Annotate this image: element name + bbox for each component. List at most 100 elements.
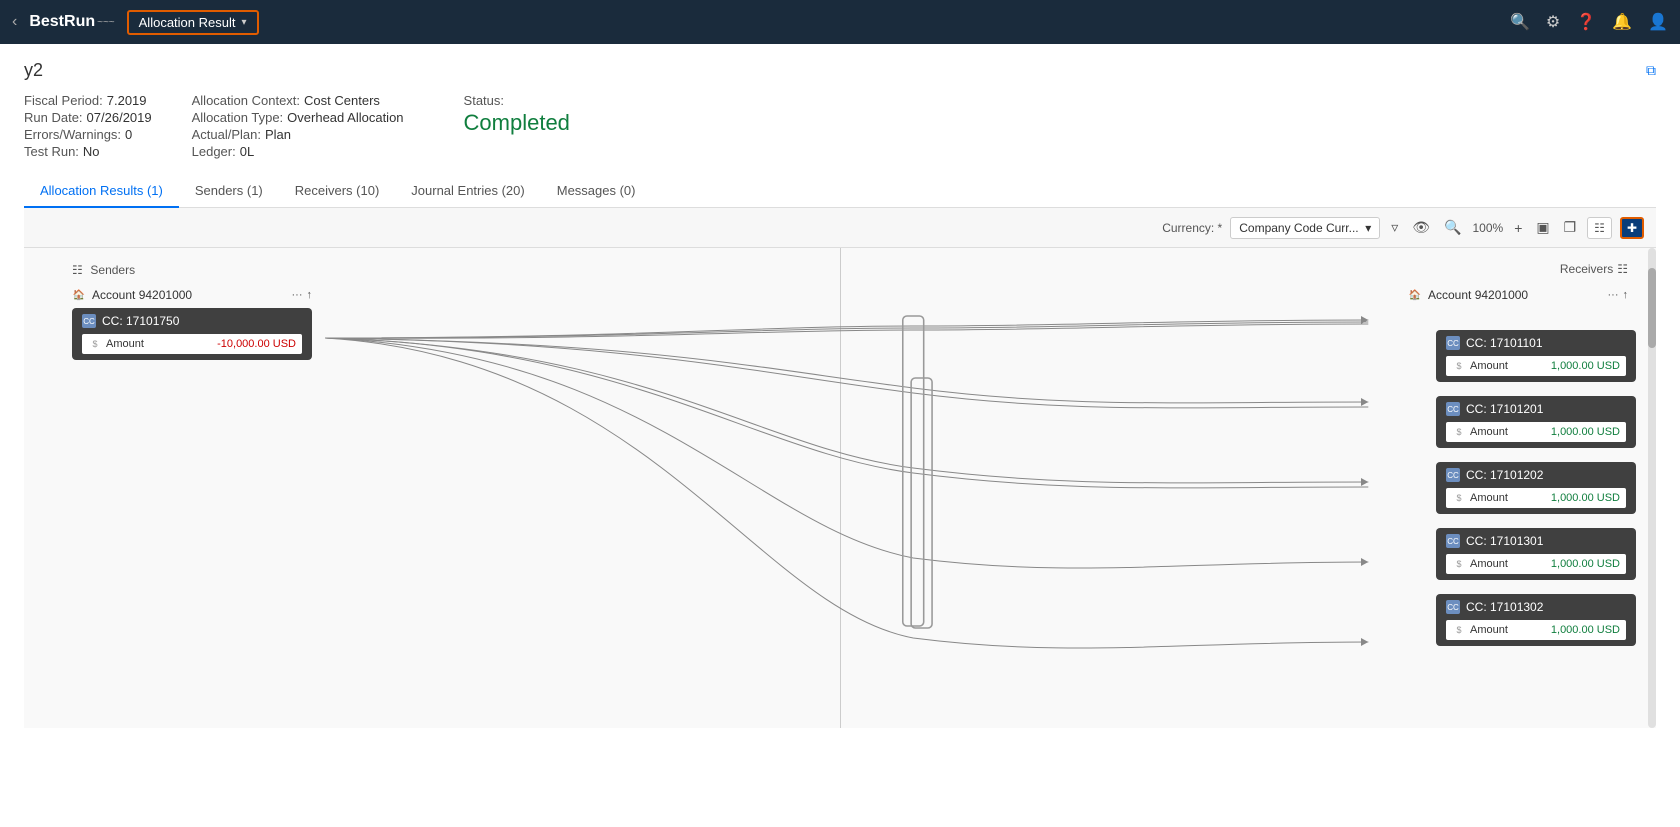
bell-icon[interactable]: 🔔 [1612,12,1632,32]
logo-tilde: ~~~ [97,17,115,28]
zoom-in-icon[interactable]: + [1511,217,1525,239]
actual-plan-row: Actual/Plan: Plan [192,127,404,142]
sender-amount-label: $ Amount [88,337,144,351]
receivers-column: CC CC: 17101101 $ Amount 1,000.00 USD [1436,288,1636,646]
receiver-item-0: CC CC: 17101101 $ Amount 1,000.00 USD [1436,330,1636,382]
receiver-1-amount-icon: $ [1452,425,1466,439]
receiver-3-cc-icon: CC [1446,534,1460,548]
diagram-scrollbar-thumb[interactable] [1648,268,1656,348]
user-icon[interactable]: 👤 [1648,12,1668,32]
receiver-0-amount-row: $ Amount 1,000.00 USD [1446,356,1626,376]
errors-row: Errors/Warnings: 0 [24,127,152,142]
receiver-1-amount-row: $ Amount 1,000.00 USD [1446,422,1626,442]
eye-icon[interactable]: 👁 [1409,216,1433,239]
app-title-box[interactable]: Allocation Result ▾ [127,10,259,35]
test-run-value: No [83,144,100,159]
sender-account-label: Account 94201000 [92,288,192,302]
receiver-4-cc-header: CC CC: 17101302 [1446,600,1626,614]
senders-label-text: Senders [90,263,135,277]
filter-icon[interactable]: ▿ [1388,216,1401,239]
receiver-1-cc-icon: CC [1446,402,1460,416]
tab-messages[interactable]: Messages (0) [541,175,652,208]
zoom-level: 100% [1472,221,1503,235]
expand-icon[interactable]: ❐ [1561,216,1580,239]
nav-icons: 🔍 ⚙ ❓ 🔔 👤 [1510,12,1668,32]
alloc-context-row: Allocation Context: Cost Centers [192,93,404,108]
currency-dropdown[interactable]: Company Code Curr... ▾ [1230,217,1380,239]
run-date-label: Run Date: [24,110,83,125]
tab-senders[interactable]: Senders (1) [179,175,279,208]
diagram-view-button[interactable]: ✚ [1620,217,1644,239]
page-content: y2 ⧉ Fiscal Period: 7.2019 Run Date: 07/… [0,44,1680,728]
receiver-node-card-3[interactable]: CC CC: 17101301 $ Amount 1,000.00 USD [1436,528,1636,580]
receiver-2-cc-icon: CC [1446,468,1460,482]
diagram-scrollbar[interactable] [1648,248,1656,728]
receiver-4-amount-value: 1,000.00 USD [1551,624,1620,636]
receiver-node-card-0[interactable]: CC CC: 17101101 $ Amount 1,000.00 USD [1436,330,1636,382]
receiver-4-cc-label: CC: 17101302 [1466,600,1543,614]
meta-col-1: Fiscal Period: 7.2019 Run Date: 07/26/20… [24,93,152,159]
run-date-value: 07/26/2019 [87,110,152,125]
search-icon[interactable]: 🔍 [1510,12,1530,32]
receiver-1-cc-label: CC: 17101201 [1466,402,1543,416]
sender-node-card[interactable]: CC CC: 17101750 $ Amount -10,000.00 USD [72,308,312,360]
receiver-0-cc-header: CC CC: 17101101 [1446,336,1626,350]
external-link-icon[interactable]: ⧉ [1646,62,1656,79]
receiver-0-amount-label: $ Amount [1452,359,1508,373]
receiver-1-amount-value: 1,000.00 USD [1551,426,1620,438]
status-label: Status: [464,93,570,108]
receiver-1-cc-header: CC CC: 17101201 [1446,402,1626,416]
alloc-type-label: Allocation Type: [192,110,284,125]
sender-cc-header: CC CC: 17101750 [82,314,302,328]
sender-account-actions[interactable]: ··· ↑ [292,289,313,301]
actual-plan-label: Actual/Plan: [192,127,261,142]
receiver-node-card-2[interactable]: CC CC: 17101202 $ Amount 1,000.00 USD [1436,462,1636,514]
alloc-context-value: Cost Centers [304,93,380,108]
fiscal-period-value: 7.2019 [107,93,147,108]
receiver-4-cc-icon: CC [1446,600,1460,614]
receiver-0-cc-label: CC: 17101101 [1466,336,1543,350]
sender-card-wrapper: 🏠 Account 94201000 ··· ↑ CC CC: 17101750… [72,288,312,360]
receiver-3-cc-header: CC CC: 17101301 [1446,534,1626,548]
collapse-icon[interactable]: ↑ [307,289,313,301]
diagram-area: ☷ Senders Receivers ☷ [24,248,1656,728]
sender-amount-value: -10,000.00 USD [217,338,296,350]
receivers-icon: ☷ [1617,262,1628,276]
receiver-0-amount-icon: $ [1452,359,1466,373]
help-icon[interactable]: ❓ [1576,12,1596,32]
errors-label: Errors/Warnings: [24,127,121,142]
test-run-label: Test Run: [24,144,79,159]
receiver-2-amount-row: $ Amount 1,000.00 USD [1446,488,1626,508]
senders-icon: ☷ [72,263,83,277]
more-options-icon[interactable]: ··· [292,289,303,301]
receivers-section-label: Receivers ☷ [1560,262,1628,276]
tab-allocation-results[interactable]: Allocation Results (1) [24,175,179,208]
amount-icon: $ [88,337,102,351]
receiver-node-card-4[interactable]: CC CC: 17101302 $ Amount 1,000.00 USD [1436,594,1636,646]
status-col: Status: Completed [464,93,570,159]
tab-receivers[interactable]: Receivers (10) [279,175,396,208]
chevron-down-icon: ▾ [241,17,246,28]
back-button[interactable]: ‹ [12,13,17,31]
fiscal-period-label: Fiscal Period: [24,93,103,108]
receiver-node-card-1[interactable]: CC CC: 17101201 $ Amount 1,000.00 USD [1436,396,1636,448]
test-run-row: Test Run: No [24,144,152,159]
table-view-button[interactable]: ☷ [1587,217,1612,239]
receiver-3-amount-label: $ Amount [1452,557,1508,571]
currency-chevron-icon: ▾ [1365,221,1371,235]
receiver-4-amount-icon: $ [1452,623,1466,637]
receiver-1-amount-label: $ Amount [1452,425,1508,439]
settings-icon[interactable]: ⚙ [1546,12,1560,32]
zoom-out-icon[interactable]: 🔍 [1441,216,1464,239]
logo: BestRun ~~~ [29,13,114,31]
sender-account-header: 🏠 Account 94201000 ··· ↑ [72,288,312,302]
logo-bestrun-text: BestRun [29,13,95,31]
receiver-item-2: CC CC: 17101202 $ Amount 1,000.00 USD [1436,462,1636,514]
receiver-3-amount-value: 1,000.00 USD [1551,558,1620,570]
screen-icon[interactable]: ▣ [1533,216,1552,239]
receiver-2-amount-icon: $ [1452,491,1466,505]
tab-journal-entries[interactable]: Journal Entries (20) [395,175,540,208]
vertical-divider [840,248,841,728]
receiver-0-amount-value: 1,000.00 USD [1551,360,1620,372]
alloc-type-row: Allocation Type: Overhead Allocation [192,110,404,125]
